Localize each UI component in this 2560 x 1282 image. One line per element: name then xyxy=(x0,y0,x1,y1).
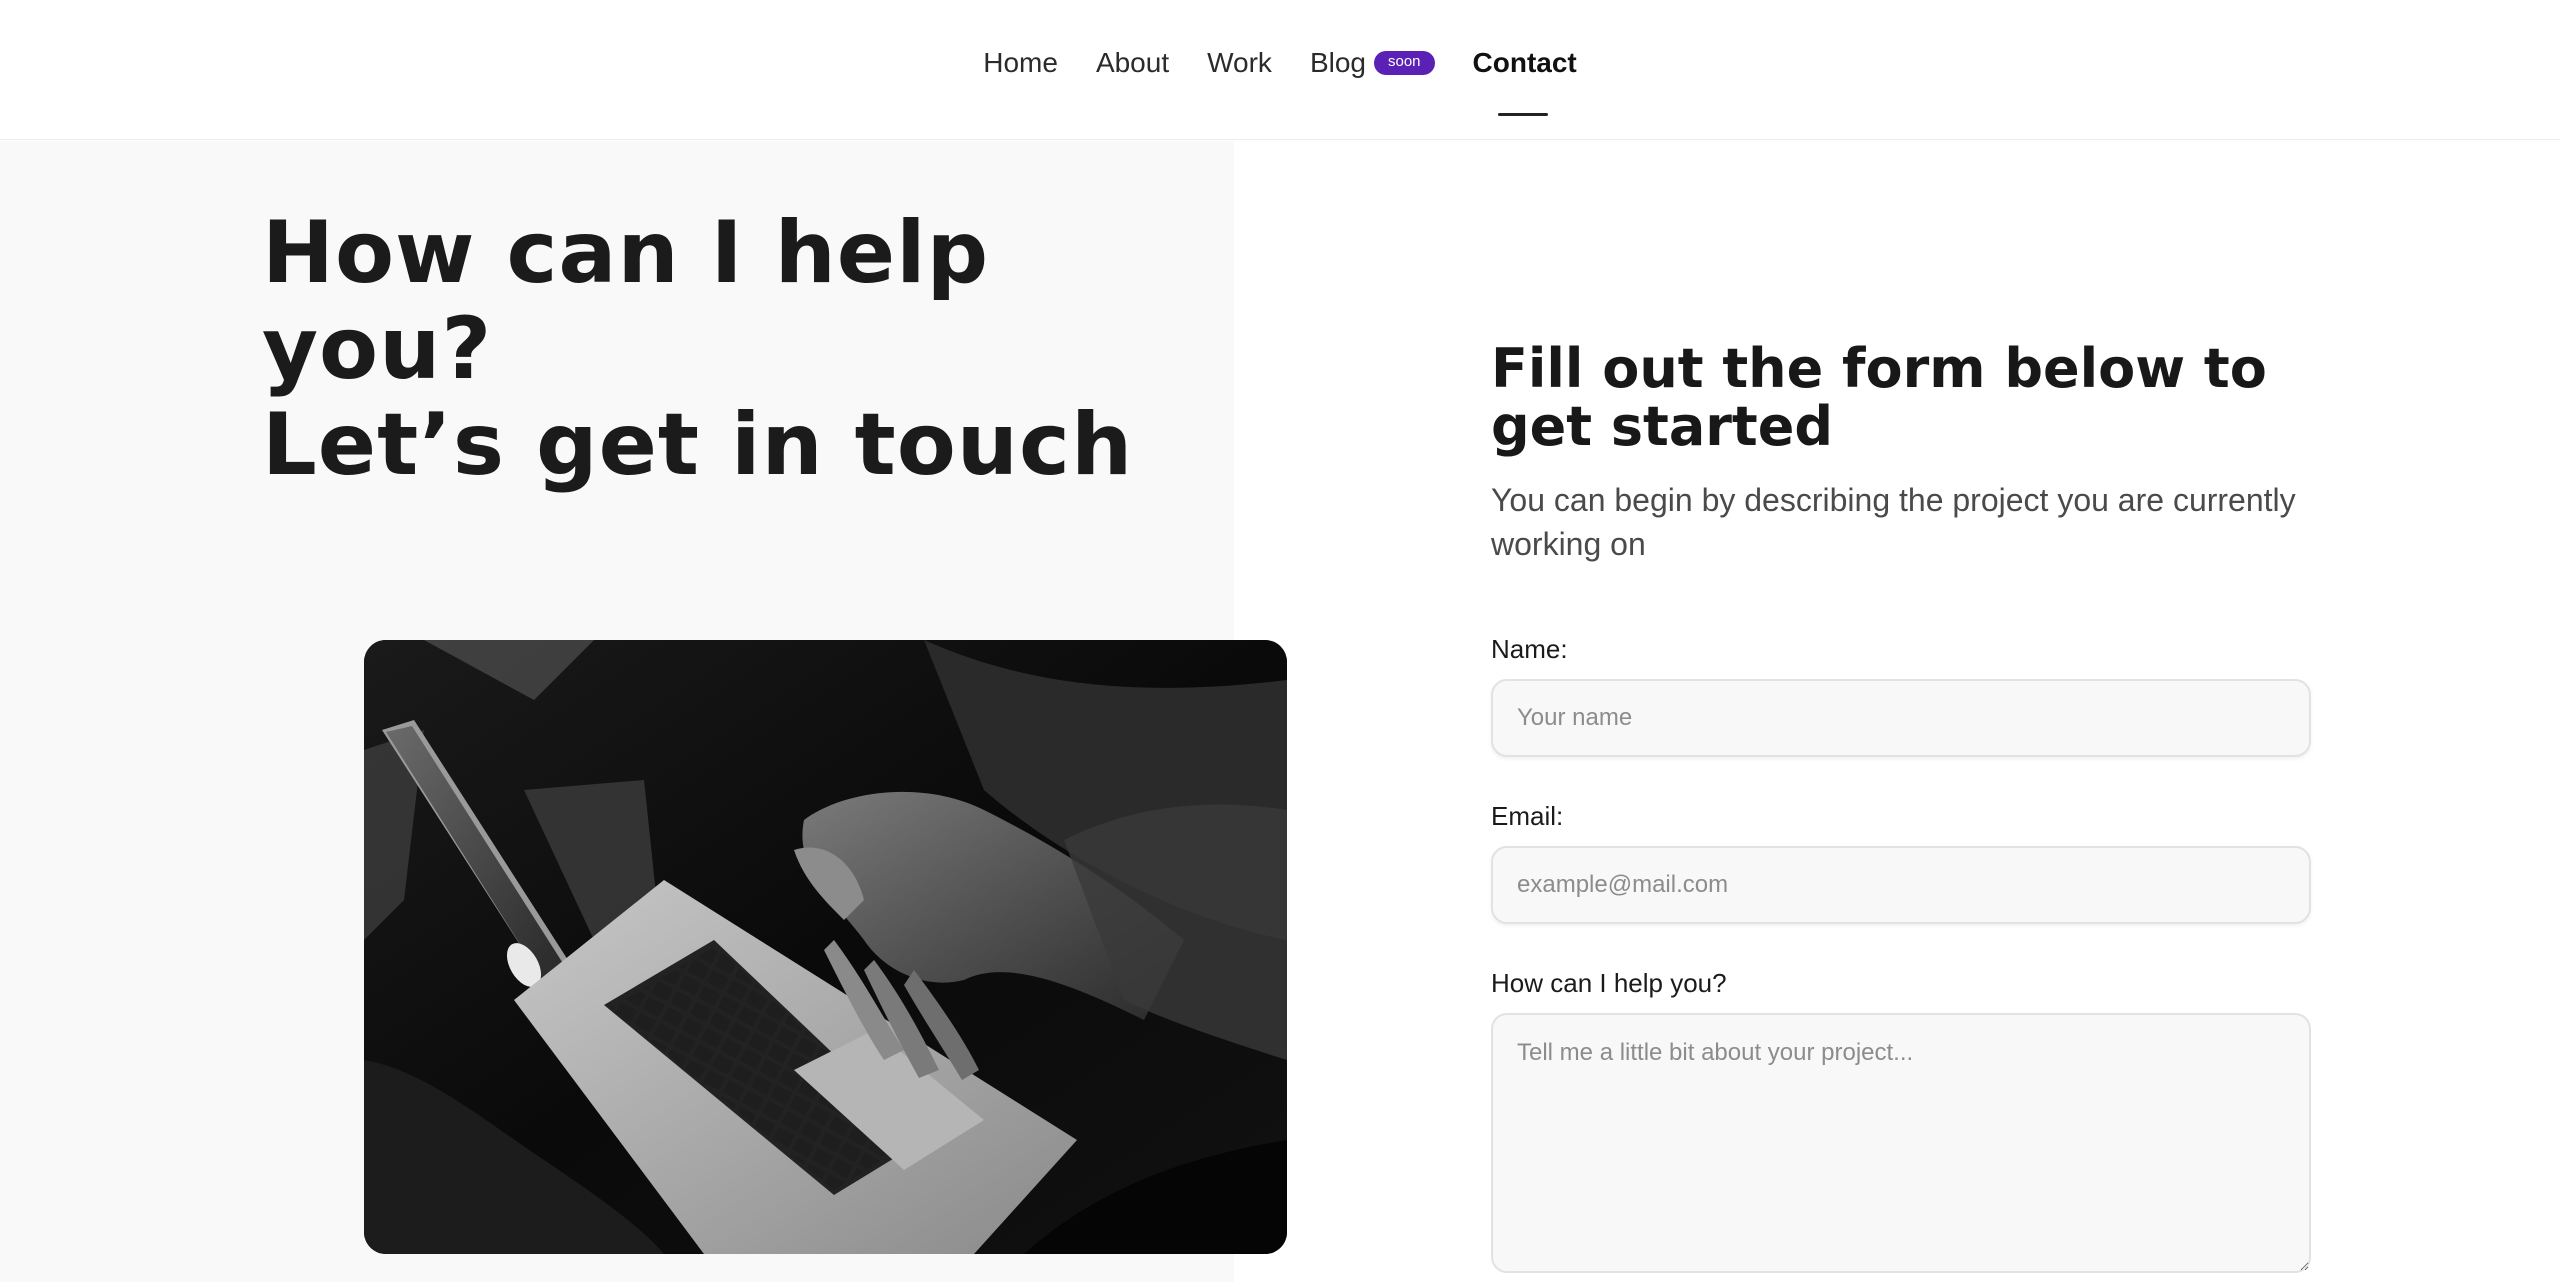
nav-contact-link[interactable]: Contact xyxy=(1472,44,1577,116)
nav-contact-label: Contact xyxy=(1472,47,1577,78)
laptop-photo-illustration xyxy=(364,640,1287,1254)
top-navigation: Home About Work Blog soon Contact xyxy=(0,0,2560,140)
nav-blog-label: Blog xyxy=(1309,47,1366,78)
hero-heading-line-1: How can I help you? xyxy=(262,203,990,399)
form-heading: Fill out the form below to get started xyxy=(1491,337,2267,458)
nav-work-label: Work xyxy=(1207,47,1272,78)
message-textarea[interactable] xyxy=(1491,1013,2311,1273)
laptop-photo xyxy=(364,640,1287,1254)
hero-heading-line-2: Let’s get in touch xyxy=(262,395,1134,495)
name-input[interactable] xyxy=(1491,679,2311,757)
contact-form-section: Fill out the form below to get started Y… xyxy=(1491,340,2311,1273)
nav-menu: Home About Work Blog soon Contact xyxy=(0,44,2560,116)
message-label: How can I help you? xyxy=(1491,968,1727,998)
soon-badge: soon xyxy=(1373,51,1435,75)
hero-heading: How can I help you? Let’s get in touch xyxy=(262,205,1222,493)
nav-home-link[interactable]: Home xyxy=(983,44,1058,82)
email-input[interactable] xyxy=(1491,846,2311,924)
contact-form: Name: Email: How can I help you? xyxy=(1491,634,2311,1273)
nav-about-link[interactable]: About xyxy=(1096,44,1169,82)
nav-blog-link[interactable]: Blog soon xyxy=(1310,44,1435,82)
nav-home-label: Home xyxy=(983,47,1058,78)
nav-work-link[interactable]: Work xyxy=(1207,44,1272,82)
nav-about-label: About xyxy=(1095,47,1170,78)
email-label: Email: xyxy=(1491,801,1564,831)
name-label: Name: xyxy=(1491,634,1568,664)
form-description: You can begin by describing the project … xyxy=(1491,482,2296,562)
